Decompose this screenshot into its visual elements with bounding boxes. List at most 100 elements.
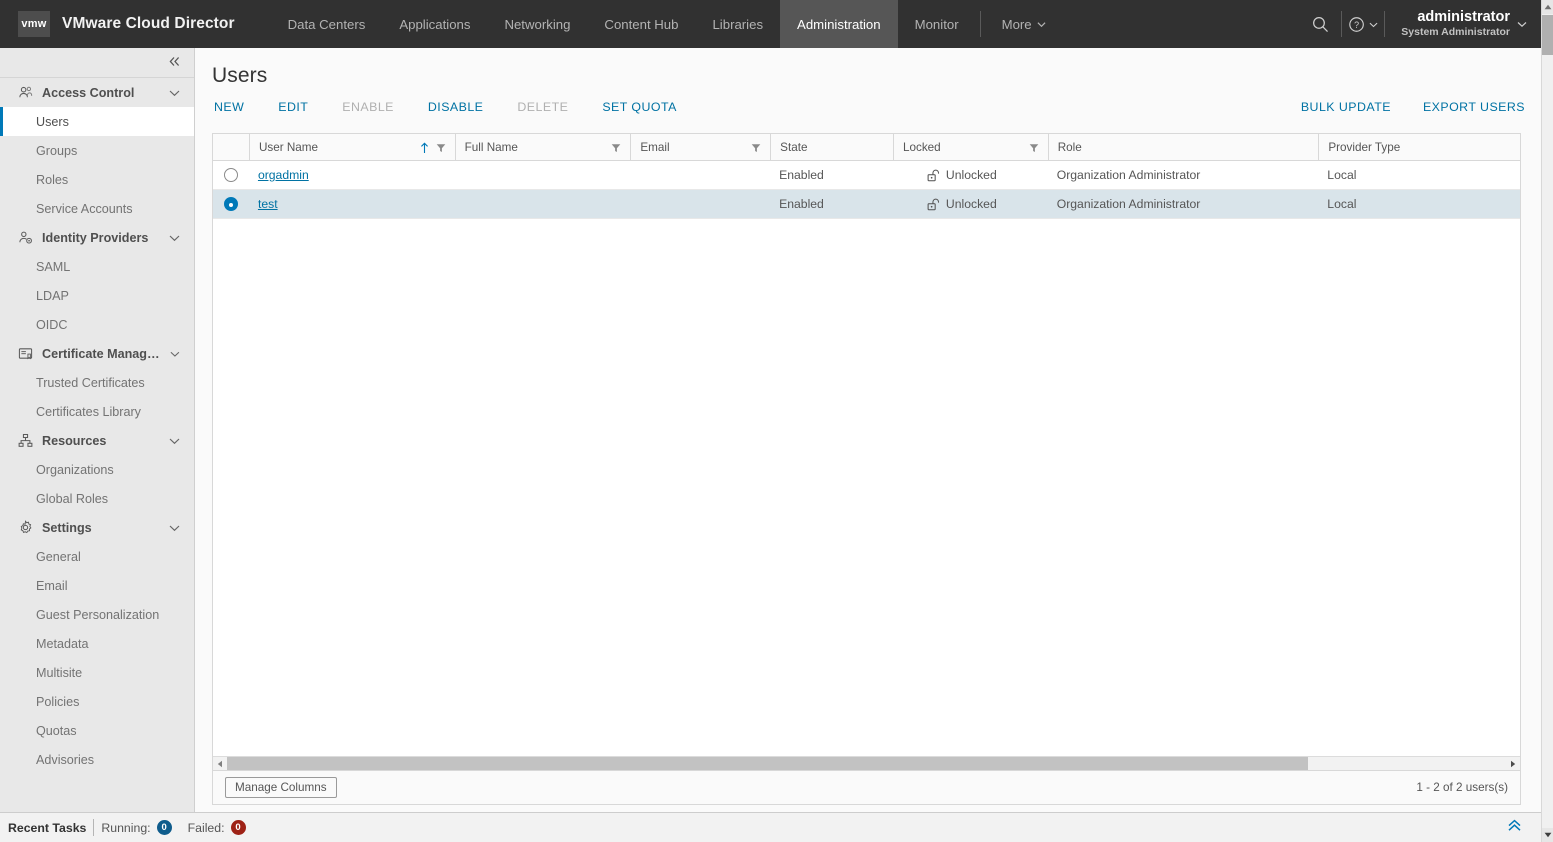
running-tasks-status[interactable]: Running: 0 [101,820,172,835]
bulk-update-button[interactable]: BULK UPDATE [1301,100,1391,114]
column-header-user-name[interactable]: User Name [248,134,455,161]
gear-icon [20,520,32,534]
scroll-down-button[interactable] [1542,828,1553,842]
sidebar-item-metadata[interactable]: Metadata [0,629,194,658]
column-label: Role [1057,141,1082,154]
user-menu[interactable]: administrator System Administrator [1385,9,1527,39]
scroll-left-button[interactable] [213,757,227,770]
row-select-cell[interactable] [213,190,249,219]
row-radio-button[interactable] [223,197,238,211]
row-radio-button[interactable] [223,168,238,182]
sidebar-group-settings[interactable]: Settings [0,513,194,542]
column-header-icons [611,143,630,153]
column-header-role[interactable]: Role [1047,134,1319,161]
new-button[interactable]: NEW [214,100,244,114]
column-header-full-name[interactable]: Full Name [454,134,631,161]
scrollbar-track[interactable] [227,757,1506,770]
filter-icon[interactable] [436,143,446,153]
nav-divider [979,11,981,37]
scrollbar-thumb[interactable] [1542,15,1553,55]
cell-locked: Unlocked [893,161,1048,190]
sidebar-item-global-roles[interactable]: Global Roles [0,484,194,513]
locked-label: Unlocked [945,168,997,182]
sidebar-item-users[interactable]: Users [0,107,194,136]
cell-user-name[interactable]: orgadmin [249,161,455,190]
sidebar-item-oidc[interactable]: OIDC [0,310,194,339]
row-select-cell[interactable] [213,161,249,190]
sidebar-item-organizations[interactable]: Organizations [0,455,194,484]
select-column-header [213,134,249,161]
column-label: State [780,141,808,154]
nav-item-administration[interactable]: Administration [780,0,898,48]
nav-item-more[interactable]: More [985,0,1063,48]
sidebar-item-multisite[interactable]: Multisite [0,658,194,687]
failed-tasks-status[interactable]: Failed: 0 [188,820,246,835]
nav-item-data-centers[interactable]: Data Centers [271,0,383,48]
datagrid-body: orgadmin Enabled Unlocked Organization A… [213,161,1520,756]
page-scrollbar[interactable] [1541,0,1553,842]
sort-ascending-icon[interactable] [420,142,429,154]
chevron-down-icon [169,525,180,531]
column-header-state[interactable]: State [770,134,893,161]
search-button[interactable] [1299,0,1341,48]
sidebar-item-certificates-library[interactable]: Certificates Library [0,397,194,426]
user-name-link[interactable]: orgadmin [258,168,309,182]
scroll-right-button[interactable] [1506,757,1520,770]
sidebar-group-label: Access Control [42,85,135,100]
cell-provider-type: Local [1327,168,1357,182]
manage-columns-button[interactable]: Manage Columns [225,777,337,798]
recent-tasks-label[interactable]: Recent Tasks [8,821,86,835]
table-row[interactable]: orgadmin Enabled Unlocked Organization A… [213,161,1520,190]
sidebar-group-identity-providers[interactable]: Identity Providers [0,223,194,252]
table-row[interactable]: test Enabled Unlocked Organization Admin… [213,190,1520,219]
disable-button[interactable]: DISABLE [428,100,484,114]
expand-recent-tasks-button[interactable] [1506,819,1523,837]
scrollbar-thumb[interactable] [227,757,1308,770]
chevron-down-icon [169,90,180,96]
double-chevron-up-icon [1508,819,1521,831]
sidebar-item-advisories[interactable]: Advisories [0,745,194,774]
sidebar-item-roles[interactable]: Roles [0,165,194,194]
nav-item-monitor[interactable]: Monitor [898,0,976,48]
sidebar-item-saml[interactable]: SAML [0,252,194,281]
datagrid-horizontal-scrollbar[interactable] [213,756,1520,770]
filter-icon[interactable] [611,143,621,153]
sidebar-item-quotas[interactable]: Quotas [0,716,194,745]
export-users-button[interactable]: EXPORT USERS [1423,100,1525,114]
nav-item-content-hub[interactable]: Content Hub [587,0,695,48]
brand[interactable]: vmw VMware Cloud Director [0,11,235,37]
user-name-link[interactable]: test [258,197,278,211]
sidebar-group-resources[interactable]: Resources [0,426,194,455]
scroll-up-button[interactable] [1542,0,1553,14]
sidebar-group-certificate-management[interactable]: Certificate Managem... [0,339,194,368]
search-icon [1312,16,1328,32]
nav-item-networking[interactable]: Networking [487,0,587,48]
filter-icon[interactable] [1029,143,1039,153]
set-quota-button[interactable]: SET QUOTA [602,100,677,114]
column-header-provider-type[interactable]: Provider Type [1318,134,1520,161]
sidebar-item-email[interactable]: Email [0,571,194,600]
sidebar-item-groups[interactable]: Groups [0,136,194,165]
caret-down-icon [1544,832,1552,838]
sidebar-item-trusted-certificates[interactable]: Trusted Certificates [0,368,194,397]
main-content: Users NEW EDIT ENABLE DISABLE DELETE SET… [196,48,1541,842]
sidebar-item-service-accounts[interactable]: Service Accounts [0,194,194,223]
sidebar: Access Control Users Groups Roles Servic… [0,48,195,842]
filter-icon[interactable] [751,143,761,153]
sidebar-item-ldap[interactable]: LDAP [0,281,194,310]
sidebar-item-general[interactable]: General [0,542,194,571]
sidebar-item-policies[interactable]: Policies [0,687,194,716]
sidebar-group-access-control[interactable]: Access Control [0,78,194,107]
help-button[interactable]: ? [1342,0,1384,48]
running-count-badge: 0 [156,820,172,835]
users-datagrid: User Name Full Name Email State Locked R… [212,133,1521,805]
cell-user-name[interactable]: test [249,190,455,219]
column-header-email[interactable]: Email [630,134,770,161]
chevron-down-icon [1517,22,1527,28]
sidebar-item-guest-personalization[interactable]: Guest Personalization [0,600,194,629]
nav-item-libraries[interactable]: Libraries [695,0,780,48]
nav-item-applications[interactable]: Applications [382,0,487,48]
collapse-sidebar-button[interactable] [167,55,182,71]
column-header-locked[interactable]: Locked [892,134,1048,161]
edit-button[interactable]: EDIT [278,100,308,114]
